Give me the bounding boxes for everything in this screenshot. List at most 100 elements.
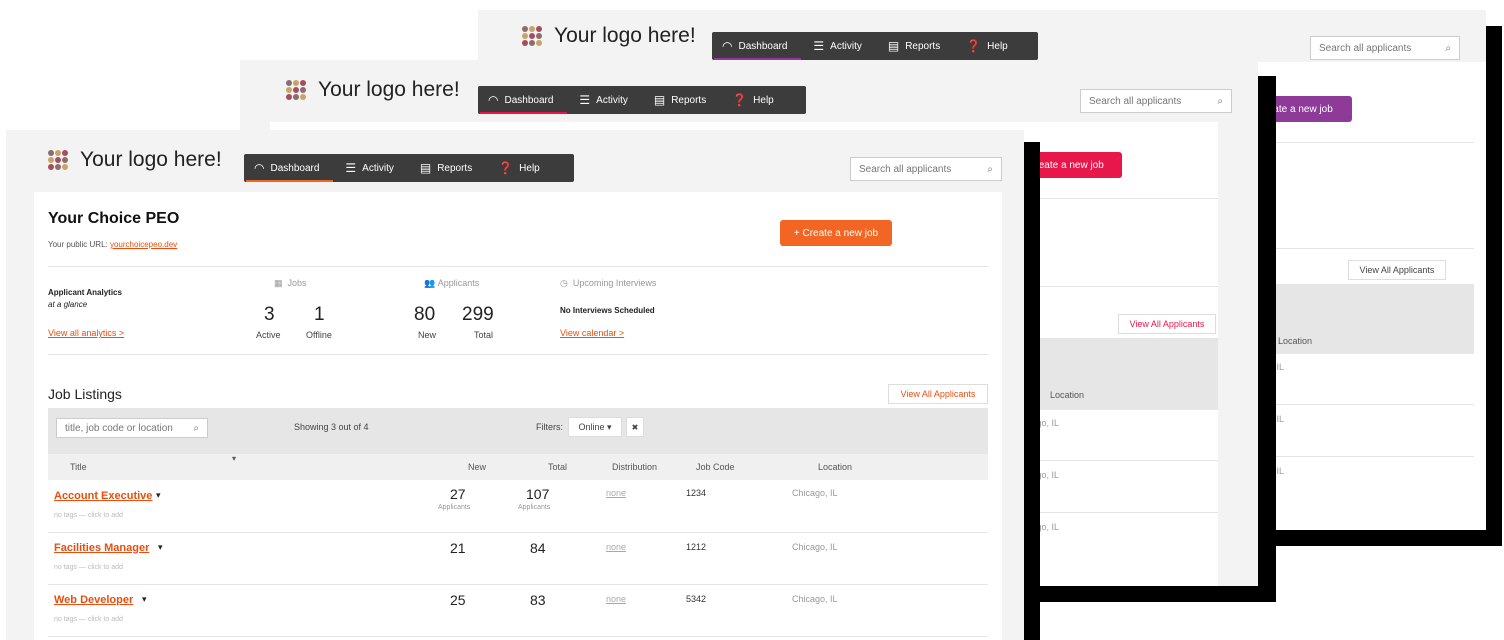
location: Chicago, IL xyxy=(792,594,838,604)
logo-text: Your logo here! xyxy=(318,78,460,101)
column-location[interactable]: Location xyxy=(818,462,852,472)
help-icon: ❓ xyxy=(966,39,982,53)
new-count: 21 xyxy=(450,540,466,556)
location: Chicago, IL xyxy=(792,542,838,552)
help-icon: ❓ xyxy=(732,93,748,107)
filters-label: Filters: xyxy=(536,422,563,432)
applicants-total-value: 299 xyxy=(462,304,494,325)
job-title-link[interactable]: Account Executive xyxy=(54,490,152,502)
analytics-subtitle: at a glance xyxy=(48,300,88,309)
view-all-applicants-button[interactable]: View All Applicants xyxy=(1118,314,1216,334)
main-nav: ◠ Dashboard ☰ Activity ▤ Reports ❓ Help xyxy=(712,32,1038,60)
logo[interactable]: Your logo here! xyxy=(522,24,696,48)
distribution-link[interactable]: none xyxy=(606,594,626,604)
nav-activity[interactable]: ☰ Activity xyxy=(813,32,861,60)
filter-strip: title, job code or location ⌕ Showing 3 … xyxy=(48,408,988,454)
column-distribution[interactable]: Distribution xyxy=(612,462,657,472)
search-icon: ⌕ xyxy=(193,422,199,434)
company-name: Your Choice PEO xyxy=(48,210,180,227)
row-dropdown-icon[interactable]: ▾ xyxy=(158,542,163,553)
column-title[interactable]: Title xyxy=(70,462,87,472)
logo-text: Your logo here! xyxy=(80,148,222,171)
column-job-code[interactable]: Job Code xyxy=(696,462,735,472)
applicants-total-label: Total xyxy=(474,330,494,340)
column-total[interactable]: Total xyxy=(548,462,567,472)
tags-placeholder[interactable]: no tags — click to add xyxy=(54,616,123,623)
job-code: 1234 xyxy=(686,488,707,498)
logo[interactable]: Your logo here! xyxy=(286,78,460,102)
public-url-link[interactable]: yourchoicepeo.dev xyxy=(110,240,177,249)
filter-strip xyxy=(1010,338,1218,410)
new-sub: Applicants xyxy=(438,504,471,511)
gauge-icon: ◠ xyxy=(488,93,499,107)
active-tab-indicator xyxy=(246,180,334,182)
dashboard-panel: Your Choice PEO Your public URL: yourcho… xyxy=(34,192,1002,640)
list-icon: ☰ xyxy=(345,161,357,175)
location-column-header: Location xyxy=(1278,336,1313,346)
applicants-header: 👥 Applicants xyxy=(424,278,480,288)
job-title-link[interactable]: Web Developer xyxy=(54,594,133,606)
jobs-active-label: Active xyxy=(256,330,281,340)
logo-icon xyxy=(522,26,544,46)
jobs-active-value: 3 xyxy=(264,304,275,325)
view-all-applicants-button[interactable]: View All Applicants xyxy=(888,384,988,404)
column-new[interactable]: New xyxy=(468,462,486,472)
active-tab-indicator xyxy=(480,112,568,114)
total-count: 83 xyxy=(530,592,546,608)
nav-dashboard[interactable]: ◠ Dashboard xyxy=(714,32,802,60)
total-count: 84 xyxy=(530,540,546,556)
location-cell: icago, IL xyxy=(1025,470,1060,480)
front-window: Your logo here! ◠ Dashboard ☰ Activity ▤… xyxy=(6,130,1024,640)
location-cell: icago, IL xyxy=(1025,522,1060,532)
create-job-button[interactable]: + Create a new job xyxy=(780,220,892,246)
nav-activity[interactable]: ☰ Activity xyxy=(579,86,627,114)
search-icon: ⌕ xyxy=(987,163,993,175)
users-icon: 👥 xyxy=(424,278,436,288)
new-count: 27 xyxy=(450,486,466,502)
distribution-link[interactable]: none xyxy=(606,488,626,498)
tags-placeholder[interactable]: no tags — click to add xyxy=(54,564,123,571)
nav-dashboard[interactable]: ◠ Dashboard xyxy=(480,86,568,114)
interviews-status: No Interviews Scheduled xyxy=(560,306,655,315)
clear-filter-button[interactable]: ✖ xyxy=(626,417,644,437)
table-header-row: Title ▾ New Total Distribution Job Code … xyxy=(48,454,988,480)
gauge-icon: ◠ xyxy=(254,161,265,175)
nav-help[interactable]: ❓ Help xyxy=(966,32,1008,60)
nav-reports[interactable]: ▤ Reports xyxy=(420,154,472,182)
list-icon: ☰ xyxy=(579,93,591,107)
filter-dropdown[interactable]: Online ▾ xyxy=(568,417,622,437)
view-all-applicants-button[interactable]: View All Applicants xyxy=(1348,260,1446,280)
view-calendar-link[interactable]: View calendar > xyxy=(560,328,624,338)
search-input[interactable]: Search all applicants ⌕ xyxy=(850,157,1002,181)
jobs-offline-label: Offline xyxy=(306,330,332,340)
interviews-header: ◷ Upcoming Interviews xyxy=(560,278,657,288)
help-icon: ❓ xyxy=(498,161,514,175)
row-dropdown-icon[interactable]: ▾ xyxy=(142,594,147,605)
nav-dashboard[interactable]: ◠ Dashboard xyxy=(246,154,334,182)
logo[interactable]: Your logo here! xyxy=(48,148,222,172)
document-icon: ▤ xyxy=(419,161,432,175)
total-sub: Applicants xyxy=(518,504,551,511)
search-icon: ⌕ xyxy=(1445,42,1451,54)
job-code: 1212 xyxy=(686,542,707,552)
row-dropdown-icon[interactable]: ▾ xyxy=(156,490,161,501)
tags-placeholder[interactable]: no tags — click to add xyxy=(54,512,123,519)
distribution-link[interactable]: none xyxy=(606,542,626,552)
search-input[interactable]: Search all applicants ⌕ xyxy=(1080,89,1232,113)
jobs-offline-value: 1 xyxy=(314,304,325,325)
job-code: 5342 xyxy=(686,594,707,604)
logo-text: Your logo here! xyxy=(554,24,696,47)
job-search-input[interactable]: title, job code or location ⌕ xyxy=(56,418,208,438)
create-job-button[interactable]: Create a new job xyxy=(1010,152,1122,178)
nav-reports[interactable]: ▤ Reports xyxy=(654,86,706,114)
nav-help[interactable]: ❓ Help xyxy=(732,86,774,114)
nav-reports[interactable]: ▤ Reports xyxy=(888,32,940,60)
nav-activity[interactable]: ☰ Activity xyxy=(345,154,393,182)
nav-help[interactable]: ❓ Help xyxy=(498,154,540,182)
applicants-new-label: New xyxy=(418,330,437,340)
job-title-link[interactable]: Facilities Manager xyxy=(54,542,149,554)
view-analytics-link[interactable]: View all analytics > xyxy=(48,328,124,338)
sort-icon[interactable]: ▾ xyxy=(232,454,236,463)
analytics-title: Applicant Analytics xyxy=(48,288,122,297)
search-input[interactable]: Search all applicants ⌕ xyxy=(1310,36,1460,60)
